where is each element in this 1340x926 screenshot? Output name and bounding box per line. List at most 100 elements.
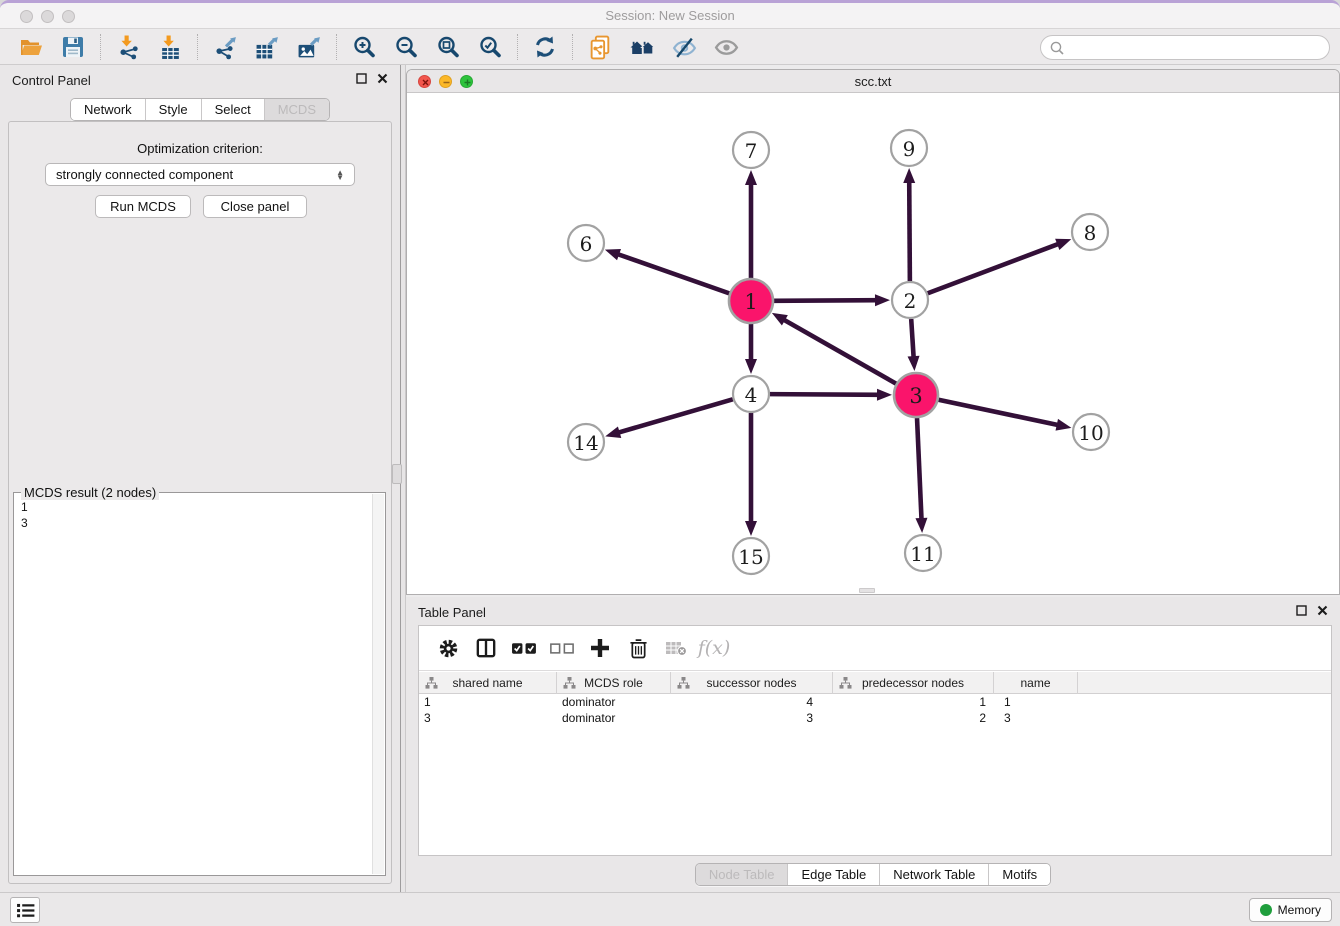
toolbar-divider xyxy=(100,34,101,60)
function-builder-button: f(x) xyxy=(695,630,733,666)
zoom-out-button[interactable] xyxy=(385,32,427,62)
graph-node-label: 15 xyxy=(738,545,763,569)
search-box[interactable] xyxy=(1040,35,1330,60)
horizontal-splitter-handle[interactable] xyxy=(859,588,875,593)
tab-network[interactable]: Network xyxy=(71,99,145,120)
memory-button[interactable]: Memory xyxy=(1249,898,1332,922)
graph-edge-4-3[interactable] xyxy=(770,394,880,395)
run-mcds-button[interactable]: Run MCDS xyxy=(95,195,191,218)
graph-edge-2-9[interactable] xyxy=(909,180,910,281)
table-cell: 1 xyxy=(419,694,557,710)
search-input[interactable] xyxy=(1070,40,1321,56)
graph-edge-3-11[interactable] xyxy=(917,418,922,521)
zoom-out-icon xyxy=(394,35,418,59)
edge-arrowhead xyxy=(1056,419,1072,431)
result-scrollbar[interactable] xyxy=(372,494,384,874)
table-tab-network-table[interactable]: Network Table xyxy=(879,864,988,885)
hide-selected-button[interactable] xyxy=(663,32,705,62)
mcds-result-line: 1 xyxy=(21,499,366,515)
task-history-button[interactable] xyxy=(10,897,40,923)
import-table-button[interactable] xyxy=(149,32,191,62)
save-session-button[interactable] xyxy=(52,32,94,62)
refresh-view-button[interactable] xyxy=(524,32,566,62)
table-panel-title: Table Panel xyxy=(418,605,486,620)
tab-select[interactable]: Select xyxy=(201,99,264,120)
delete-column-button[interactable] xyxy=(619,630,657,666)
unselect-all-columns-button[interactable] xyxy=(543,630,581,666)
toolbar-divider xyxy=(572,34,573,60)
graph-edge-1-2[interactable] xyxy=(774,300,878,301)
table-cell: dominator xyxy=(557,694,671,710)
trash-icon xyxy=(629,638,648,659)
float-table-panel-icon[interactable] xyxy=(1296,605,1307,616)
close-panel-icon[interactable] xyxy=(377,73,388,84)
mcds-panel: Optimization criterion: strongly connect… xyxy=(8,121,392,884)
network-canvas[interactable]: 7968124314101511 xyxy=(407,94,1339,594)
tab-mcds[interactable]: MCDS xyxy=(264,99,329,120)
graph-node-label: 7 xyxy=(745,139,758,163)
toolbar-divider xyxy=(336,34,337,60)
zoom-in-icon xyxy=(352,35,376,59)
toolbar-divider xyxy=(517,34,518,60)
control-panel-tabs: NetworkStyleSelectMCDS xyxy=(0,98,400,121)
column-header-predecessor-nodes[interactable]: predecessor nodes xyxy=(833,672,994,694)
table-settings-button[interactable] xyxy=(429,630,467,666)
first-neighbors-button[interactable] xyxy=(621,32,663,62)
show-column-panel-button[interactable] xyxy=(467,630,505,666)
table-tab-motifs[interactable]: Motifs xyxy=(988,864,1050,885)
zoom-fit-button[interactable] xyxy=(427,32,469,62)
column-header-name[interactable]: name xyxy=(994,672,1078,694)
table-cell: 1 xyxy=(833,694,994,710)
import-network-button[interactable] xyxy=(107,32,149,62)
network-window-titlebar[interactable]: scc.txt xyxy=(407,70,1339,93)
graph-edge-2-3[interactable] xyxy=(911,319,914,359)
create-column-button[interactable] xyxy=(581,630,619,666)
list-icon xyxy=(16,903,35,918)
memory-label: Memory xyxy=(1278,903,1321,917)
float-panel-icon[interactable] xyxy=(356,73,367,84)
show-all-button[interactable] xyxy=(705,32,747,62)
fx-icon: f(x) xyxy=(698,637,731,659)
select-stepper-icon: ▲▼ xyxy=(336,170,344,180)
graph-node-label: 11 xyxy=(910,542,935,566)
export-image-button[interactable] xyxy=(288,32,330,62)
export-table-button[interactable] xyxy=(246,32,288,62)
zoom-in-button[interactable] xyxy=(343,32,385,62)
tab-style[interactable]: Style xyxy=(145,99,201,120)
graph-edge-1-6[interactable] xyxy=(616,254,729,294)
edge-arrowhead xyxy=(915,518,927,533)
network-graph[interactable]: 7968124314101511 xyxy=(407,94,1339,595)
column-header-successor-nodes[interactable]: successor nodes xyxy=(671,672,833,694)
graph-edge-3-10[interactable] xyxy=(939,400,1060,426)
column-header-MCDS-role[interactable]: MCDS role xyxy=(557,672,671,694)
open-session-button[interactable] xyxy=(10,32,52,62)
edge-arrowhead xyxy=(903,168,915,183)
close-table-panel-icon[interactable] xyxy=(1317,605,1328,616)
edge-arrowhead xyxy=(745,359,757,374)
status-bar: Memory xyxy=(0,892,1340,926)
table-row[interactable]: 1dominator411 xyxy=(419,694,1331,710)
open-folder-icon xyxy=(18,35,44,59)
table-body: 1dominator4113dominator323 xyxy=(419,694,1331,726)
network-title: scc.txt xyxy=(407,74,1339,89)
app-window: Session: New Session xyxy=(0,0,1340,926)
mcds-result-box: MCDS result (2 nodes) 13 xyxy=(13,492,386,876)
mcds-result-list[interactable]: 13 xyxy=(15,494,372,874)
graph-edge-2-8[interactable] xyxy=(928,243,1060,293)
table-row[interactable]: 3dominator323 xyxy=(419,710,1331,726)
select-all-columns-button[interactable] xyxy=(505,630,543,666)
graph-node-label: 9 xyxy=(903,137,916,161)
zoom-selected-button[interactable] xyxy=(469,32,511,62)
close-panel-button[interactable]: Close panel xyxy=(203,195,307,218)
graph-edge-3-1[interactable] xyxy=(782,319,896,384)
table-tab-node-table[interactable]: Node Table xyxy=(696,864,788,885)
clone-network-button[interactable] xyxy=(579,32,621,62)
splitter-handle[interactable] xyxy=(392,464,402,484)
zoom-selected-icon xyxy=(478,35,502,59)
column-header-shared-name[interactable]: shared name xyxy=(419,672,557,694)
graph-edge-4-14[interactable] xyxy=(617,399,733,433)
export-network-button[interactable] xyxy=(204,32,246,62)
toolbar-divider xyxy=(197,34,198,60)
criterion-select[interactable]: strongly connected component ▲▼ xyxy=(45,163,355,186)
table-tab-edge-table[interactable]: Edge Table xyxy=(787,864,879,885)
